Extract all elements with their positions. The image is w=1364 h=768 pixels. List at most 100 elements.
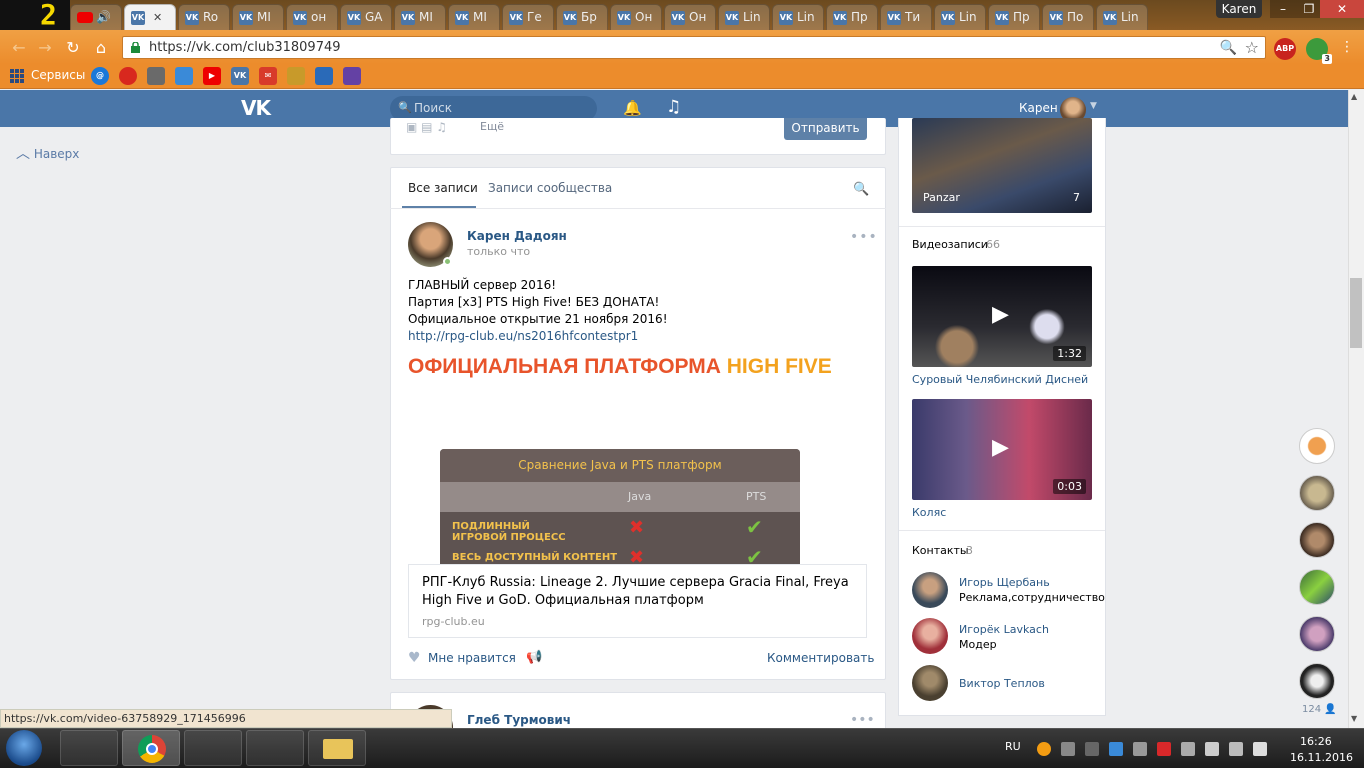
heart-icon[interactable]: ♥ bbox=[408, 650, 421, 666]
avatar[interactable] bbox=[912, 572, 948, 608]
contact-name[interactable]: Виктор Теплов bbox=[959, 677, 1045, 690]
videos-section-title[interactable]: Видеозаписи bbox=[912, 238, 988, 251]
close-icon[interactable]: ✕ bbox=[153, 6, 162, 30]
tray-icon[interactable] bbox=[1133, 742, 1147, 756]
post-author[interactable]: Карен Дадоян bbox=[467, 229, 567, 243]
browser-tab[interactable]: VK Ти bbox=[880, 4, 932, 30]
close-window-button[interactable]: ✕ bbox=[1320, 0, 1364, 18]
tab-community-posts[interactable]: Записи сообщества bbox=[488, 181, 612, 195]
tray-icon[interactable] bbox=[1109, 742, 1123, 756]
extension-icon[interactable]: 3 bbox=[1306, 38, 1332, 64]
bookmark-mail-icon[interactable]: @ bbox=[91, 67, 109, 85]
home-button[interactable]: ⌂ bbox=[90, 38, 112, 58]
address-bar[interactable]: https://vk.com/club31809749 🔍 ☆ bbox=[122, 36, 1266, 59]
post-link[interactable]: http://rpg-club.eu/ns2016hfcontestpr1 bbox=[408, 329, 638, 343]
video-title[interactable]: Коляс bbox=[912, 506, 946, 519]
tray-icon[interactable] bbox=[1061, 742, 1075, 756]
taskbar-app[interactable] bbox=[60, 730, 118, 766]
like-button[interactable]: Мне нравится bbox=[428, 651, 516, 665]
bookmark-vk-icon[interactable]: VK bbox=[231, 67, 249, 85]
video-title[interactable]: Суровый Челябинский Дисней bbox=[912, 373, 1088, 386]
pinned-app-logo[interactable]: 2 bbox=[0, 0, 70, 30]
taskbar-chrome[interactable] bbox=[122, 730, 180, 766]
chat-avatar[interactable] bbox=[1299, 522, 1335, 558]
browser-tab[interactable]: VK Lin bbox=[934, 4, 986, 30]
bookmark-icon[interactable] bbox=[315, 67, 333, 85]
browser-profile-button[interactable]: Karen bbox=[1216, 0, 1262, 18]
user-name[interactable]: Карен bbox=[1019, 101, 1058, 115]
taskbar-app[interactable] bbox=[246, 730, 304, 766]
send-button[interactable]: Отправить bbox=[784, 118, 867, 140]
maximize-button[interactable]: ❐ bbox=[1296, 0, 1322, 18]
contact-name[interactable]: Игорь Щербань bbox=[959, 576, 1050, 589]
tray-icon[interactable] bbox=[1157, 742, 1171, 756]
browser-tab[interactable]: VK Он bbox=[664, 4, 716, 30]
scrollbar[interactable] bbox=[1348, 90, 1364, 728]
chevron-down-icon[interactable]: ▼ bbox=[1090, 101, 1097, 111]
bookmark-mail-icon[interactable]: ✉ bbox=[259, 67, 277, 85]
post-author[interactable]: Глеб Турмович bbox=[467, 713, 571, 727]
search-icon[interactable]: 🔍 bbox=[853, 182, 869, 197]
browser-tab[interactable]: VK MI bbox=[448, 4, 500, 30]
action-center-icon[interactable] bbox=[1229, 742, 1243, 756]
chat-avatar[interactable] bbox=[1299, 663, 1335, 699]
video-thumbnail[interactable]: ▶ 1:32 bbox=[912, 266, 1092, 367]
bookmark-icon[interactable] bbox=[119, 67, 137, 85]
minimize-button[interactable]: – bbox=[1270, 0, 1296, 18]
video-thumbnail[interactable]: ▶ 0:03 bbox=[912, 399, 1092, 500]
tray-icon[interactable] bbox=[1181, 742, 1195, 756]
browser-tab[interactable]: VK Lin bbox=[772, 4, 824, 30]
bookmark-icon[interactable] bbox=[147, 67, 165, 85]
bookmark-twitch-icon[interactable] bbox=[343, 67, 361, 85]
bookmark-icon[interactable] bbox=[287, 67, 305, 85]
apps-grid-icon[interactable] bbox=[10, 69, 24, 83]
chat-avatar[interactable] bbox=[1299, 569, 1335, 605]
scrollbar-thumb[interactable] bbox=[1350, 278, 1362, 348]
language-indicator[interactable]: RU bbox=[1005, 740, 1021, 753]
link-preview-card[interactable]: РПГ-Клуб Russia: Lineage 2. Лучшие серве… bbox=[408, 564, 867, 638]
reload-button[interactable]: ↻ bbox=[62, 38, 84, 58]
forward-button[interactable]: → bbox=[34, 38, 56, 58]
browser-tab[interactable]: VK Он bbox=[610, 4, 662, 30]
volume-icon[interactable] bbox=[1253, 742, 1267, 756]
to-top-link[interactable]: ︿ Наверх bbox=[16, 143, 79, 163]
chat-avatar[interactable] bbox=[1299, 428, 1335, 464]
zoom-icon[interactable]: 🔍 bbox=[1220, 40, 1237, 56]
more-options-icon[interactable]: ••• bbox=[850, 712, 875, 728]
tab-all-posts[interactable]: Все записи bbox=[408, 181, 478, 195]
more-options-icon[interactable]: ••• bbox=[850, 229, 878, 245]
browser-tab[interactable]: VK Ге bbox=[502, 4, 554, 30]
bookmark-icon[interactable] bbox=[175, 67, 193, 85]
music-icon[interactable]: ♫ bbox=[666, 97, 681, 117]
browser-tab[interactable]: VK По bbox=[1042, 4, 1094, 30]
bluetooth-icon[interactable] bbox=[1085, 742, 1099, 756]
share-icon[interactable]: 📢 bbox=[526, 650, 542, 665]
browser-tab[interactable]: VK Lin bbox=[718, 4, 770, 30]
browser-tab[interactable]: VK Пр bbox=[826, 4, 878, 30]
compose-more-link[interactable]: Ещё bbox=[480, 120, 504, 133]
bell-icon[interactable]: 🔔 bbox=[623, 99, 642, 117]
tab-youtube[interactable]: 🔊 bbox=[70, 4, 122, 30]
menu-icon[interactable]: ⋮ bbox=[1340, 39, 1354, 55]
bookmark-services[interactable]: Сервисы bbox=[31, 68, 85, 82]
chat-avatar[interactable] bbox=[1299, 475, 1335, 511]
tab-active[interactable]: VK ✕ bbox=[124, 4, 176, 30]
adblock-extension-icon[interactable]: ABP bbox=[1274, 38, 1296, 60]
scroll-up-icon[interactable]: ▲ bbox=[1351, 92, 1357, 101]
avatar[interactable] bbox=[912, 618, 948, 654]
bookmark-star-icon[interactable]: ☆ bbox=[1245, 38, 1259, 57]
start-button[interactable] bbox=[6, 730, 42, 766]
tray-icon[interactable] bbox=[1037, 742, 1051, 756]
attach-photo-icon[interactable]: ▣ ▤ ♫ bbox=[406, 120, 447, 134]
chat-avatar[interactable] bbox=[1299, 616, 1335, 652]
browser-tab[interactable]: VK Пр bbox=[988, 4, 1040, 30]
post-image[interactable]: ОФИЦИАЛЬНАЯ ПЛАТФОРМА HIGH FIVE Сравнени… bbox=[403, 353, 870, 564]
scroll-down-icon[interactable]: ▼ bbox=[1351, 714, 1357, 723]
browser-tab[interactable]: VK Бр bbox=[556, 4, 608, 30]
browser-tab[interactable]: VK Ro bbox=[178, 4, 230, 30]
bookmark-youtube-icon[interactable]: ▶ bbox=[203, 67, 221, 85]
browser-tab[interactable]: VK MI bbox=[232, 4, 284, 30]
browser-tab[interactable]: VK GA bbox=[340, 4, 392, 30]
taskbar-app[interactable] bbox=[184, 730, 242, 766]
comment-button[interactable]: Комментировать bbox=[767, 651, 874, 665]
